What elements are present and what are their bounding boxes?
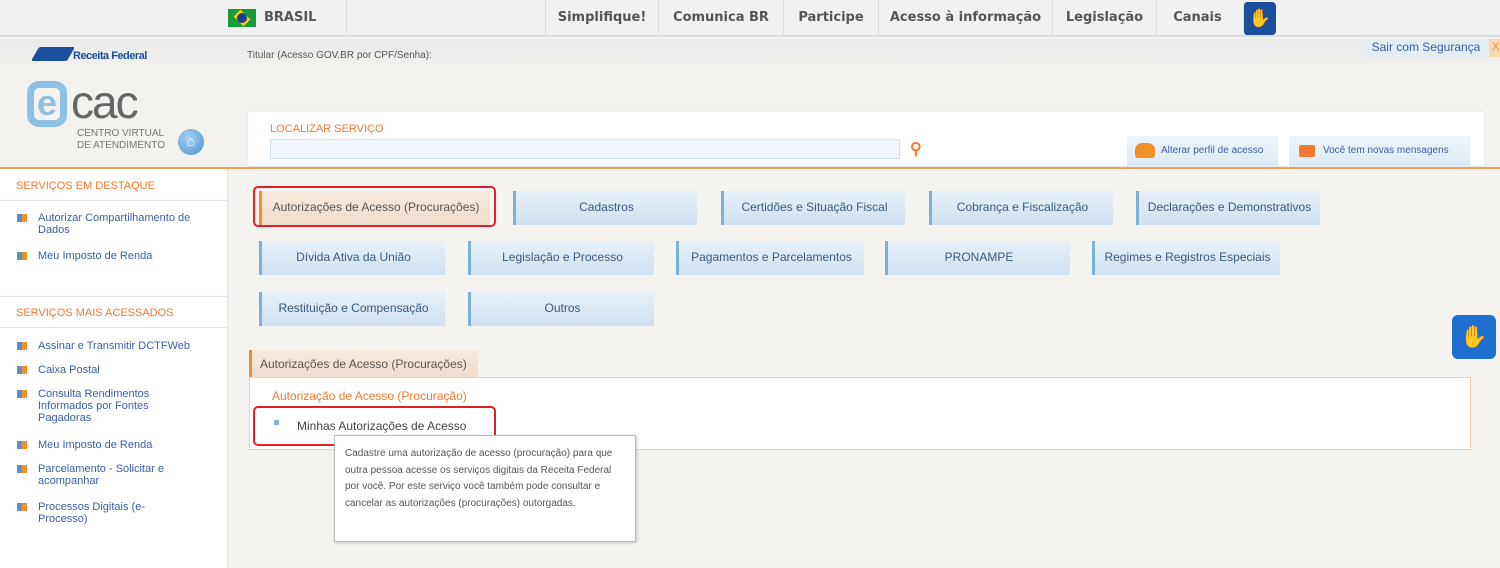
gov-top-bar: BRASIL Simplifique! Comunica BR Particip… (0, 0, 1500, 37)
group-title: Autorização de Acesso (Procuração) (272, 389, 467, 403)
highlight-box (253, 186, 496, 227)
users-icon (1135, 143, 1155, 158)
sidebar-item[interactable]: Parcelamento - Solicitar e acompanhar (17, 463, 178, 487)
logout-close-icon[interactable]: X (1489, 39, 1500, 57)
sidebar: SERVIÇOS EM DESTAQUE Autorizar Compartil… (0, 169, 228, 568)
logout-button[interactable]: Sair com Segurança (1364, 39, 1488, 57)
brasil-link[interactable]: BRASIL (228, 0, 346, 37)
category-certidoes[interactable]: Certidões e Situação Fiscal (721, 191, 905, 225)
home-icon[interactable]: ⌂ (178, 129, 204, 155)
bullet-icon (17, 252, 27, 260)
receita-federal-logo: Receita Federal (30, 45, 155, 67)
sign-language-widget-icon[interactable]: ✋ (1452, 315, 1496, 359)
bullet-icon (17, 366, 27, 374)
panel-tab[interactable]: Autorizações de Acesso (Procurações) (249, 350, 478, 378)
bullet-icon (17, 390, 27, 398)
category-regimes[interactable]: Regimes e Registros Especiais (1092, 241, 1280, 275)
messages-button[interactable]: Você tem novas mensagens (1289, 136, 1470, 168)
sidebar-item[interactable]: Caixa Postal (17, 364, 208, 376)
search-icon[interactable]: ⚲ (910, 139, 922, 159)
search-panel: LOCALIZAR SERVIÇO ⚲ Alterar perfil de ac… (247, 111, 1485, 168)
category-outros[interactable]: Outros (468, 292, 654, 326)
category-declaracoes[interactable]: Declarações e Demonstrativos (1136, 191, 1320, 225)
nav-canais[interactable]: Canais (1156, 0, 1238, 37)
bullet-icon (17, 441, 27, 449)
search-label: LOCALIZAR SERVIÇO (270, 123, 384, 135)
nav-simplifique[interactable]: Simplifique! (545, 0, 658, 37)
nav-comunica-br[interactable]: Comunica BR (658, 0, 783, 37)
change-profile-button[interactable]: Alterar perfil de acesso (1127, 136, 1278, 168)
featured-title: SERVIÇOS EM DESTAQUE (0, 180, 228, 201)
category-pagamentos[interactable]: Pagamentos e Parcelamentos (676, 241, 864, 275)
bullet-icon (17, 214, 27, 222)
search-input[interactable] (270, 139, 900, 159)
nav-legislacao[interactable]: Legislação (1052, 0, 1156, 37)
nav-participe[interactable]: Participe (783, 0, 878, 37)
header: Receita Federal e CAC CENTRO VIRTUAL DE … (0, 39, 1500, 168)
category-legislacao[interactable]: Legislação e Processo (468, 241, 654, 275)
sidebar-item[interactable]: Processos Digitais (e-Processo) (17, 501, 158, 525)
sidebar-item[interactable]: Meu Imposto de Renda (17, 250, 208, 262)
envelope-icon (1299, 145, 1315, 157)
brazil-flag-icon (228, 8, 256, 27)
bullet-icon (17, 503, 27, 511)
nav-acesso-informacao[interactable]: Acesso à informação (878, 0, 1052, 37)
ecac-logo: e CAC CENTRO VIRTUAL DE ATENDIMENTO (27, 76, 165, 156)
sidebar-item[interactable]: Assinar e Transmitir DCTFWeb (17, 340, 208, 352)
sidebar-item[interactable]: Autorizar Compartilhamento de Dados (17, 212, 208, 236)
popular-title: SERVIÇOS MAIS ACESSADOS (0, 296, 228, 328)
category-divida-ativa[interactable]: Dívida Ativa da União (259, 241, 445, 275)
category-restituicao[interactable]: Restituição e Compensação (259, 292, 445, 326)
bullet-icon (17, 342, 27, 350)
sidebar-item[interactable]: Consulta Rendimentos Informados por Font… (17, 388, 168, 424)
category-cadastros[interactable]: Cadastros (513, 191, 697, 225)
tooltip: Cadastre uma autorização de acesso (proc… (334, 435, 636, 542)
bullet-icon (17, 465, 27, 473)
sidebar-item[interactable]: Meu Imposto de Renda (17, 439, 208, 451)
sign-language-icon[interactable]: ✋ (1243, 2, 1276, 35)
category-pronampe[interactable]: PRONAMPE (885, 241, 1070, 275)
category-cobranca[interactable]: Cobrança e Fiscalização (929, 191, 1113, 225)
titular-label: Titular (Acesso GOV.BR por CPF/Senha): (247, 50, 432, 61)
